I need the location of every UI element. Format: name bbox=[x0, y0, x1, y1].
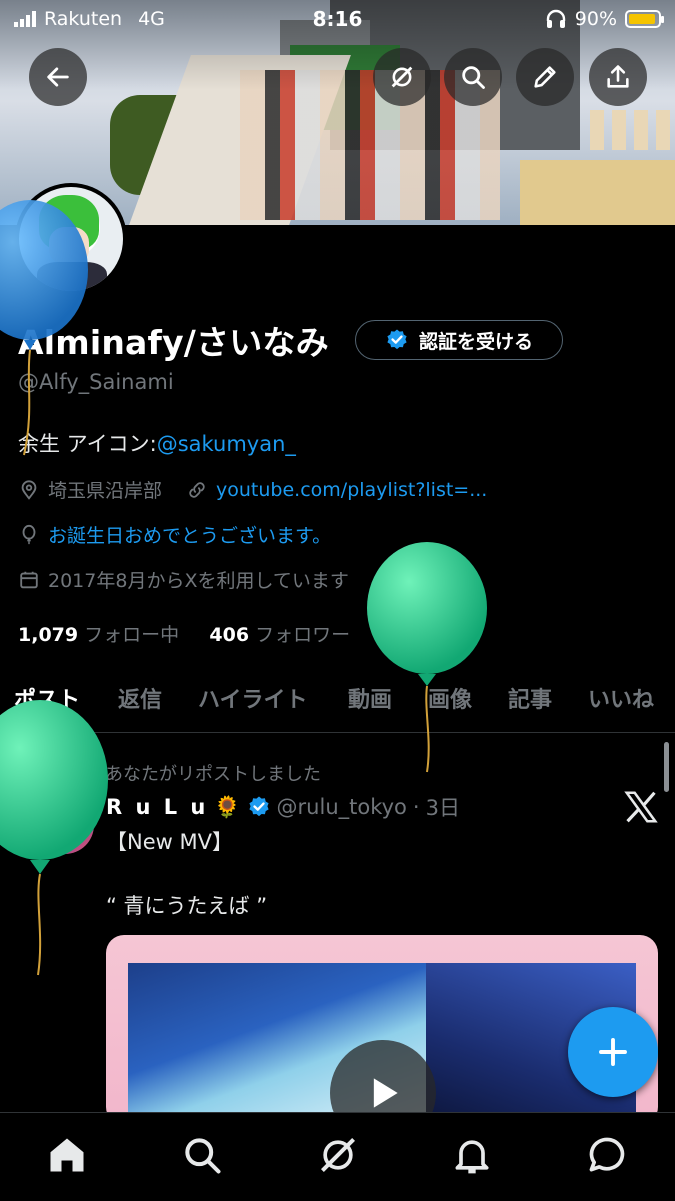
get-verified-button[interactable]: 認証を受ける bbox=[355, 320, 563, 360]
bottom-navigation bbox=[0, 1112, 675, 1201]
post-author-handle[interactable]: @rulu_tokyo bbox=[277, 795, 407, 819]
follow-counts: 1,079 フォロー中 406 フォロワー bbox=[18, 620, 350, 647]
search-icon[interactable] bbox=[180, 1133, 224, 1177]
tab-likes[interactable]: いいね bbox=[588, 682, 654, 714]
get-verified-label: 認証を受ける bbox=[418, 330, 533, 353]
followers-link[interactable]: 406 フォロワー bbox=[209, 624, 350, 646]
bio-mention-link[interactable]: @sakumyan_ bbox=[157, 432, 296, 456]
birthday-text[interactable]: お誕生日おめでとうございます。 bbox=[48, 521, 331, 548]
birthday-balloon-green bbox=[0, 700, 108, 976]
post-header: R u L u 🌻 @rulu_tokyo · 3日 bbox=[106, 792, 460, 822]
play-icon bbox=[373, 1078, 398, 1108]
location-pin-icon bbox=[21, 479, 37, 500]
location-row: 埼玉県沿岸部 youtube.com/playlist?list=... bbox=[18, 476, 487, 503]
bell-icon[interactable] bbox=[450, 1133, 494, 1177]
headphones-icon bbox=[546, 9, 565, 28]
following-link[interactable]: 1,079 フォロー中 bbox=[18, 624, 179, 646]
birthday-balloon-blue bbox=[0, 200, 88, 456]
grok-icon bbox=[391, 66, 413, 88]
edit-button[interactable] bbox=[516, 48, 574, 106]
tab-articles[interactable]: 記事 bbox=[508, 682, 552, 714]
grok-icon[interactable] bbox=[316, 1133, 360, 1177]
home-icon[interactable] bbox=[45, 1133, 89, 1177]
post-text-line: “ 青にうたえば ” bbox=[106, 894, 268, 918]
link-icon bbox=[189, 481, 205, 498]
calendar-icon bbox=[20, 571, 38, 588]
repost-label: あなたがリポストしました bbox=[105, 764, 321, 785]
share-button[interactable] bbox=[589, 48, 647, 106]
post-separator: · bbox=[412, 795, 420, 819]
website-link[interactable]: youtube.com/playlist?list=... bbox=[216, 479, 487, 501]
verified-badge-icon bbox=[387, 329, 407, 350]
balloon-icon bbox=[22, 524, 36, 544]
status-bar: Rakuten 4G 8:16 90% bbox=[0, 0, 675, 40]
verified-badge-icon bbox=[248, 796, 269, 817]
search-icon bbox=[462, 66, 485, 89]
joined-row: 2017年8月からXを利用しています bbox=[18, 566, 349, 593]
share-icon bbox=[607, 65, 629, 88]
tab-highlights[interactable]: ハイライト bbox=[198, 682, 308, 714]
post-text-line: 【New MV】 bbox=[106, 830, 233, 854]
location-text: 埼玉県沿岸部 bbox=[48, 480, 163, 502]
arrow-left-icon bbox=[47, 67, 69, 87]
birthday-balloon-green bbox=[367, 542, 487, 773]
x-logo-icon bbox=[624, 791, 658, 823]
birthday-row: お誕生日おめでとうございます。 bbox=[18, 521, 331, 548]
compose-button[interactable] bbox=[568, 1007, 658, 1097]
post-author-name[interactable]: R u L u bbox=[106, 795, 208, 819]
plus-icon bbox=[599, 1038, 627, 1066]
back-button[interactable] bbox=[29, 48, 87, 106]
battery-percent: 90% bbox=[574, 8, 617, 30]
joined-text: 2017年8月からXを利用しています bbox=[48, 570, 349, 592]
pencil-icon bbox=[534, 66, 556, 88]
search-button[interactable] bbox=[444, 48, 502, 106]
sunflower-emoji: 🌻 bbox=[214, 794, 241, 819]
battery-icon bbox=[625, 10, 664, 28]
post-time[interactable]: 3日 bbox=[426, 792, 460, 822]
messages-icon[interactable] bbox=[585, 1133, 629, 1177]
grok-button[interactable] bbox=[373, 48, 431, 106]
scrollbar[interactable] bbox=[664, 742, 669, 792]
tab-replies[interactable]: 返信 bbox=[118, 682, 162, 714]
